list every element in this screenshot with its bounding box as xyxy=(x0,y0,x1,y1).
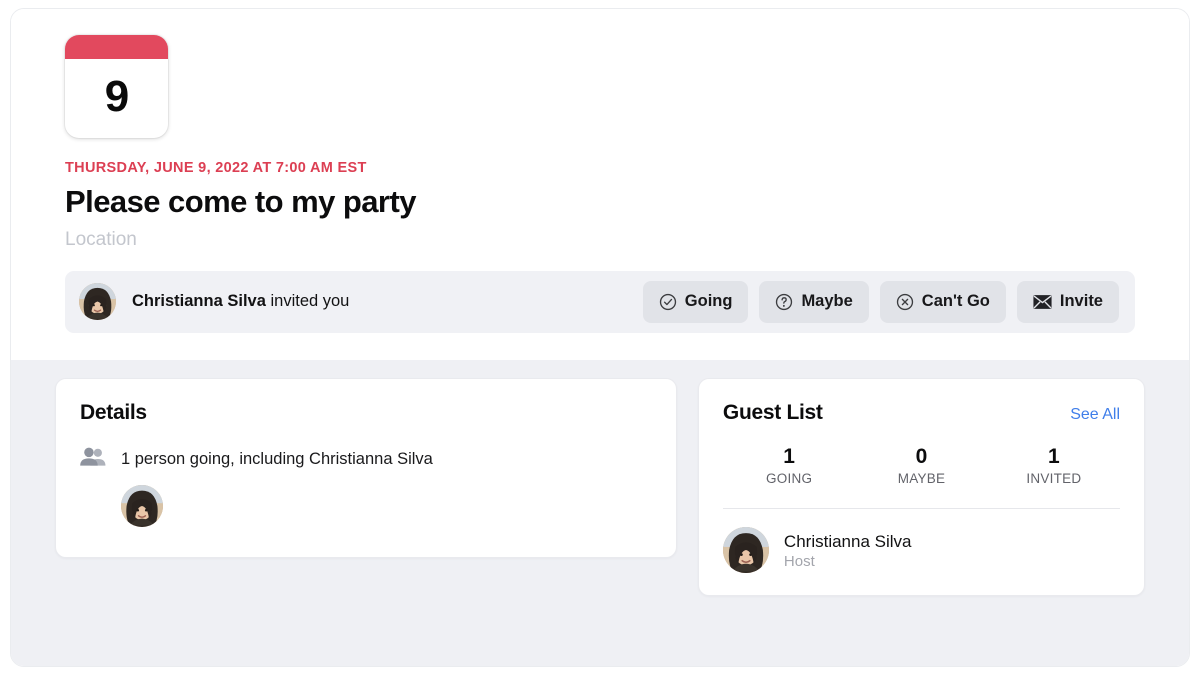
question-circle-icon xyxy=(775,293,793,311)
guest-list-panel-header: Guest List See All xyxy=(723,401,1120,425)
rsvp-going-button[interactable]: Going xyxy=(642,280,749,323)
guest-count-maybe: 0 MAYBE xyxy=(855,445,987,486)
envelope-icon xyxy=(1033,294,1052,310)
guest-list-item[interactable]: Christianna Silva Host xyxy=(722,527,1120,574)
invite-bar: Christianna Silva invited you Going Mayb… xyxy=(65,270,1135,333)
guest-counts: 1 GOING 0 MAYBE 1 INVITED xyxy=(723,445,1120,486)
guest-count-invited-value: 1 xyxy=(1047,445,1060,468)
invite-button-label: Invite xyxy=(1059,292,1103,311)
invited-you-text: invited you xyxy=(265,292,350,311)
details-going-summary: 1 person going, including Christianna Si… xyxy=(121,449,433,468)
event-card: 9 THURSDAY, JUNE 9, 2022 AT 7:00 AM EST … xyxy=(10,8,1190,667)
guest-info: Christianna Silva Host xyxy=(784,531,912,570)
event-date: THURSDAY, JUNE 9, 2022 AT 7:00 AM EST xyxy=(65,160,367,176)
rsvp-maybe-button[interactable]: Maybe xyxy=(759,280,869,323)
guest-list-title: Guest List xyxy=(722,401,823,424)
guest-role: Host xyxy=(783,552,815,570)
rsvp-maybe-label: Maybe xyxy=(801,292,853,311)
details-attendee-avatars xyxy=(80,485,652,527)
invite-button[interactable]: Invite xyxy=(1016,280,1119,323)
x-circle-icon xyxy=(896,293,914,311)
calendar-icon: 9 xyxy=(65,35,168,138)
guest-count-going-label: GOING xyxy=(765,471,813,487)
guest-avatar[interactable] xyxy=(722,527,769,574)
guest-list-panel: Guest List See All 1 GOING 0 MAYBE 1 INV… xyxy=(697,378,1145,597)
rsvp-going-label: Going xyxy=(684,292,733,311)
guest-name: Christianna Silva xyxy=(783,531,912,551)
attendee-avatar[interactable] xyxy=(121,485,163,527)
calendar-icon-band xyxy=(65,35,168,59)
people-icon xyxy=(80,447,107,471)
invite-message: Christianna Silva invited you xyxy=(132,292,349,311)
guest-count-invited: 1 INVITED xyxy=(988,445,1120,486)
details-panel: Details 1 person going, including Christ… xyxy=(55,378,677,558)
details-going-row: 1 person going, including Christianna Si… xyxy=(80,447,652,471)
event-location-placeholder[interactable]: Location xyxy=(65,229,1135,251)
event-body: Details 1 person going, including Christ… xyxy=(11,360,1189,666)
host-avatar[interactable] xyxy=(79,283,116,321)
see-all-link[interactable]: See All xyxy=(1070,406,1120,424)
rsvp-button-group: Going Maybe Can't Go Invite xyxy=(642,280,1119,323)
details-panel-header: Details xyxy=(80,401,652,425)
guest-count-invited-label: INVITED xyxy=(1026,471,1082,487)
host-name: Christianna Silva xyxy=(132,292,266,311)
guest-count-maybe-label: MAYBE xyxy=(897,471,946,487)
rsvp-cant-go-label: Can't Go xyxy=(921,292,990,311)
event-title: Please come to my party xyxy=(65,184,416,219)
guest-count-going-value: 1 xyxy=(783,445,795,468)
guest-list-divider xyxy=(722,508,1120,510)
guest-count-going: 1 GOING xyxy=(723,445,855,486)
guest-count-maybe-value: 0 xyxy=(915,445,928,468)
event-header: 9 THURSDAY, JUNE 9, 2022 AT 7:00 AM EST … xyxy=(11,9,1189,360)
rsvp-cant-go-button[interactable]: Can't Go xyxy=(879,280,1006,323)
calendar-icon-day: 9 xyxy=(104,71,129,121)
details-title: Details xyxy=(80,401,147,424)
check-circle-icon xyxy=(659,293,677,311)
